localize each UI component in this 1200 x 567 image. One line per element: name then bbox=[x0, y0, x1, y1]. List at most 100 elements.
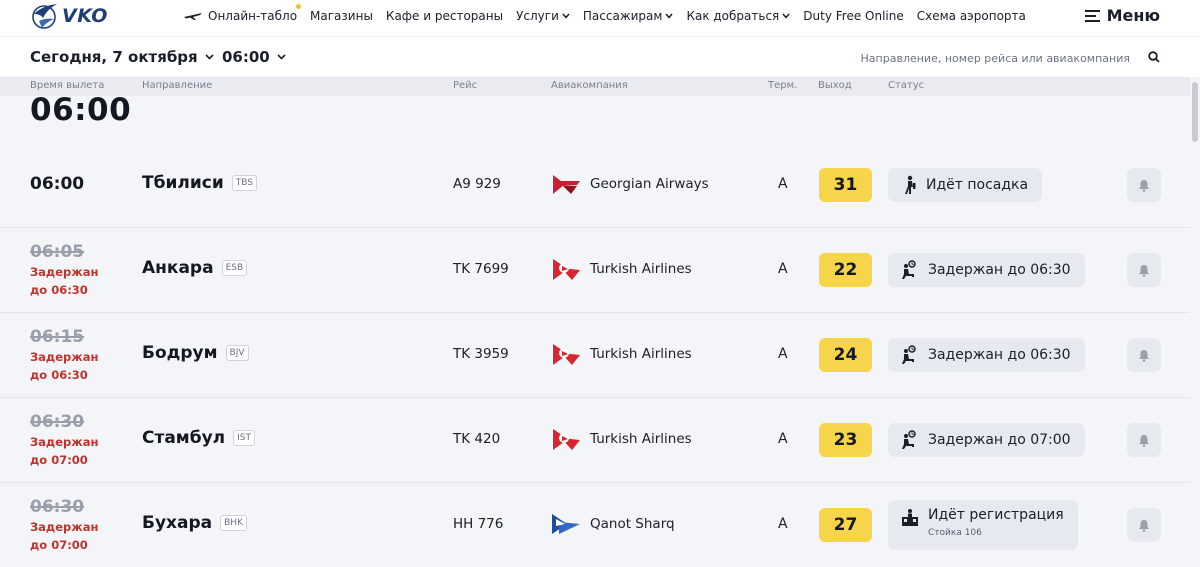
nav-label: Онлайн-табло bbox=[208, 9, 298, 23]
nav-item-duty-free[interactable]: Duty Free Online bbox=[803, 9, 903, 23]
bell-icon bbox=[1139, 349, 1149, 362]
nav-item-online-board[interactable]: Онлайн-табло bbox=[183, 4, 302, 23]
iata-badge: TBS bbox=[231, 175, 257, 191]
table-row[interactable]: 06:30 Задержан до 07:00 Стамбул IST TK 4… bbox=[0, 398, 1190, 483]
terminal: A bbox=[778, 176, 788, 192]
turkish-airlines-logo-icon bbox=[553, 344, 580, 365]
scheduled-time: 06:05 bbox=[30, 242, 85, 262]
city-name: Бухара bbox=[142, 513, 213, 533]
nav-label: Duty Free Online bbox=[803, 9, 904, 23]
table-row[interactable]: 06:05 Задержан до 06:30 Анкара ESB TK 76… bbox=[0, 228, 1190, 313]
status-badge: Идёт регистрация Стойка 106 bbox=[888, 500, 1078, 550]
iata-badge: IST bbox=[233, 430, 255, 446]
destination: Бодрум BJV bbox=[142, 343, 249, 363]
flight-number: HH 776 bbox=[453, 516, 504, 532]
delay-label: Задержан bbox=[30, 435, 99, 449]
notify-button[interactable] bbox=[1127, 338, 1161, 372]
scrollbar-thumb[interactable] bbox=[1192, 82, 1198, 142]
time-selector[interactable]: 06:00 bbox=[222, 48, 286, 66]
delay-new-time: до 07:00 bbox=[30, 538, 88, 552]
hamburger-icon bbox=[1084, 9, 1100, 22]
turkish-airlines-logo-icon bbox=[553, 429, 580, 450]
nav-item-shops[interactable]: Магазины bbox=[310, 9, 373, 23]
bell-icon bbox=[1139, 179, 1149, 192]
column-headers: Время вылета Направление Рейс Авиакомпан… bbox=[0, 77, 1190, 96]
notify-button[interactable] bbox=[1127, 423, 1161, 457]
airline: Turkish Airlines bbox=[551, 257, 692, 281]
airline: Turkish Airlines bbox=[551, 342, 692, 366]
airline: Qanot Sharq bbox=[551, 512, 675, 536]
delay-new-time: до 06:30 bbox=[30, 283, 88, 297]
destination: Тбилиси TBS bbox=[142, 173, 257, 193]
gate-badge: 22 bbox=[819, 253, 872, 287]
time-value: 06:00 bbox=[222, 48, 270, 66]
airline: Turkish Airlines bbox=[551, 427, 692, 451]
search-input[interactable] bbox=[750, 47, 1130, 69]
status-text: Идёт посадка bbox=[926, 177, 1029, 193]
nav-label: Кафе и рестораны bbox=[385, 9, 504, 23]
notify-button[interactable] bbox=[1127, 508, 1161, 542]
turkish-airlines-logo-icon bbox=[553, 259, 580, 280]
delay-label: Задержан bbox=[30, 520, 99, 534]
chevron-down-icon bbox=[782, 13, 790, 19]
nav-label: Схема аэропорта bbox=[916, 9, 1026, 23]
nav-item-cafes[interactable]: Кафе и рестораны bbox=[386, 9, 503, 23]
airline: Georgian Airways bbox=[551, 172, 709, 196]
city-name: Тбилиси bbox=[142, 173, 224, 193]
nav-label: Магазины bbox=[310, 9, 373, 23]
table-row[interactable]: 06:15 Задержан до 06:30 Бодрум BJV TK 39… bbox=[0, 313, 1190, 398]
nav-item-services[interactable]: Услуги bbox=[516, 9, 570, 23]
logo[interactable]: VKO bbox=[30, 2, 108, 30]
nav-item-passengers[interactable]: Пассажирам bbox=[583, 9, 674, 23]
table-row[interactable]: 06:30 Задержан до 07:00 Бухара BHK HH 77… bbox=[0, 483, 1190, 567]
nav-label: Услуги bbox=[516, 9, 559, 23]
bell-icon bbox=[1139, 519, 1149, 532]
new-indicator-dot bbox=[296, 4, 302, 9]
delayed-icon bbox=[902, 430, 916, 449]
bell-icon bbox=[1139, 434, 1149, 447]
notify-button[interactable] bbox=[1127, 168, 1161, 202]
chevron-down-icon bbox=[277, 54, 286, 60]
nav-label: Как добраться bbox=[686, 9, 780, 23]
scheduled-time: 06:15 bbox=[30, 327, 85, 347]
col-terminal: Терм. bbox=[768, 80, 798, 91]
menu-button[interactable]: Меню bbox=[1084, 6, 1160, 25]
nav-item-airport-map[interactable]: Схема аэропорта bbox=[917, 9, 1026, 23]
checkin-icon bbox=[902, 509, 918, 526]
notify-button[interactable] bbox=[1127, 253, 1161, 287]
bell-icon bbox=[1139, 264, 1149, 277]
flight-number: TK 7699 bbox=[453, 261, 509, 277]
search-icon[interactable] bbox=[1148, 51, 1160, 63]
departure-time: 06:00 bbox=[30, 174, 85, 194]
main-nav: Онлайн-табло Магазины Кафе и рестораны У… bbox=[183, 4, 1039, 23]
terminal: A bbox=[778, 431, 788, 447]
airline-name: Qanot Sharq bbox=[590, 516, 675, 532]
georgian-airways-logo-icon bbox=[553, 175, 580, 194]
gate-badge: 23 bbox=[819, 423, 872, 457]
chevron-down-icon bbox=[205, 54, 214, 60]
scheduled-time: 06:30 bbox=[30, 497, 85, 517]
terminal: A bbox=[778, 346, 788, 362]
terminal: A bbox=[778, 516, 788, 532]
airline-name: Turkish Airlines bbox=[590, 431, 692, 447]
iata-badge: BJV bbox=[225, 345, 249, 361]
status-badge: Задержан до 06:30 bbox=[888, 338, 1085, 372]
terminal: A bbox=[778, 261, 788, 277]
gate-badge: 27 bbox=[819, 508, 872, 542]
vko-bird-icon bbox=[32, 4, 57, 29]
delay-new-time: до 07:00 bbox=[30, 453, 88, 467]
col-gate: Выход bbox=[818, 80, 852, 91]
delay-notice: Задержан до 06:30 bbox=[30, 263, 98, 299]
table-row[interactable]: 06:00 Тбилиси TBS A9 929 Georgian Airway… bbox=[0, 143, 1190, 228]
brand-name: VKO bbox=[62, 5, 108, 27]
scrollbar-track[interactable] bbox=[1190, 77, 1200, 567]
date-selector[interactable]: Сегодня, 7 октября bbox=[30, 48, 214, 66]
chevron-down-icon bbox=[665, 13, 674, 19]
flight-number: TK 3959 bbox=[453, 346, 509, 362]
iata-badge: BHK bbox=[220, 515, 247, 531]
nav-item-directions[interactable]: Как добраться bbox=[686, 9, 790, 23]
col-status: Статус bbox=[888, 80, 925, 91]
col-airline: Авиакомпания bbox=[551, 80, 628, 91]
chevron-down-icon bbox=[562, 13, 570, 19]
status-badge: Задержан до 06:30 bbox=[888, 253, 1085, 287]
